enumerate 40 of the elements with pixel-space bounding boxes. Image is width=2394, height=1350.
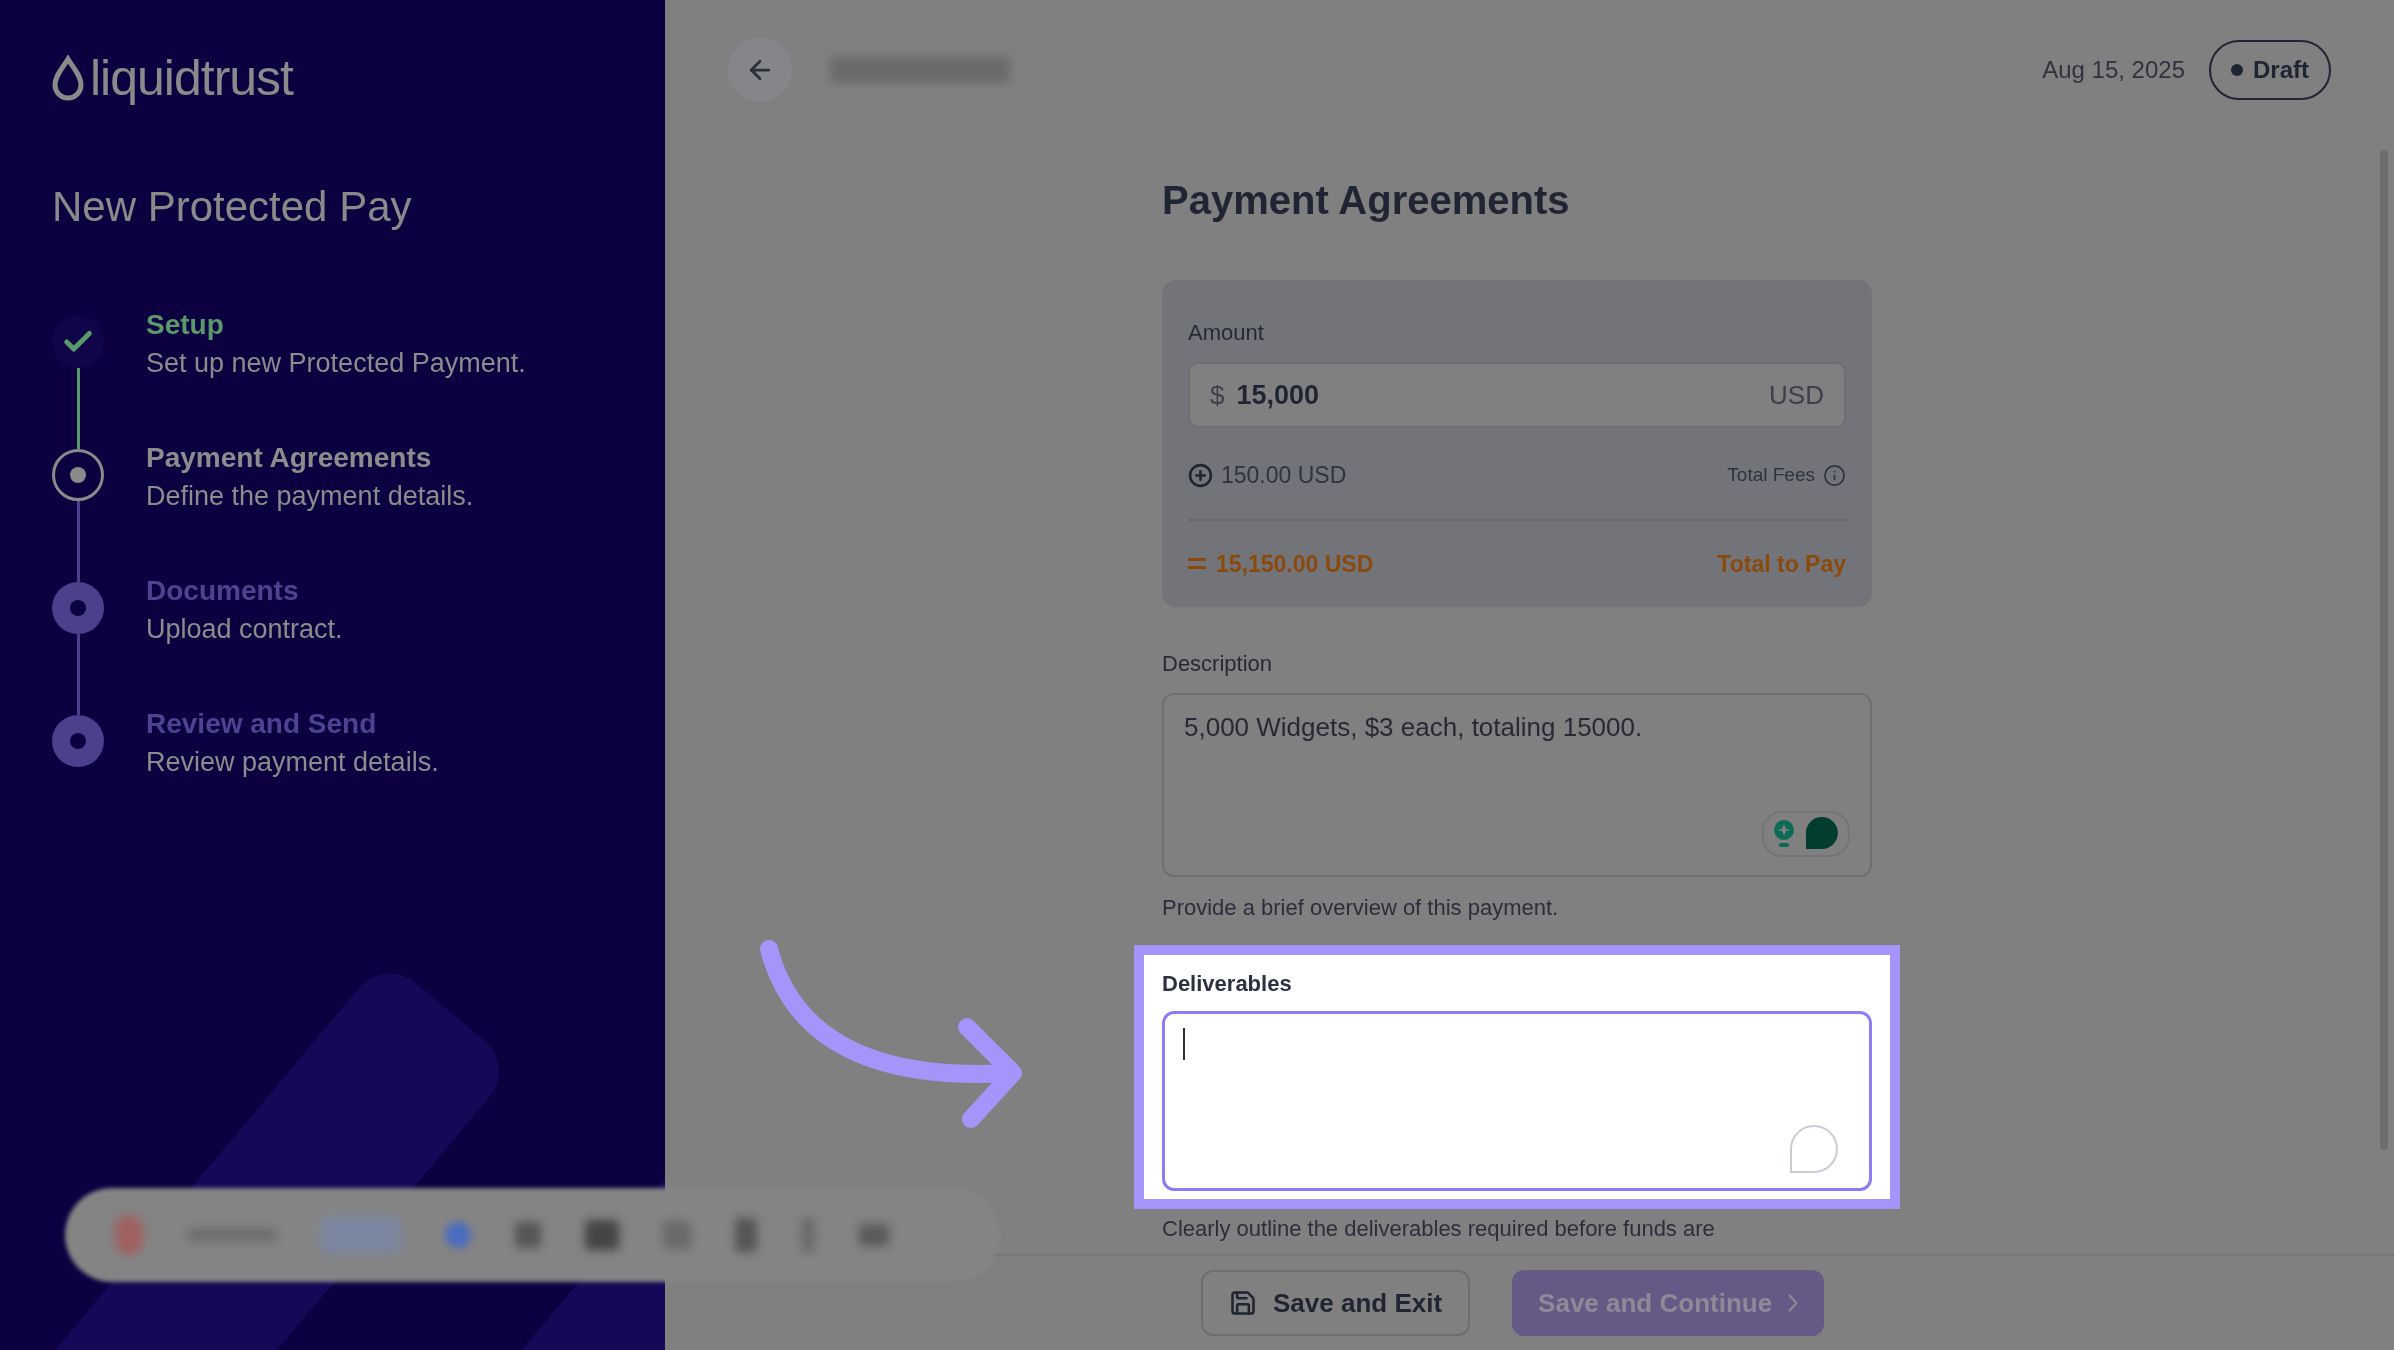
description-field[interactable]: 5,000 Widgets, $3 each, totaling 15000. [1162, 693, 1872, 877]
fee-label: Total Fees [1727, 463, 1815, 487]
step-description: Set up new Protected Payment. [146, 347, 526, 380]
step-description: Upload contract. [146, 613, 343, 646]
step-description: Define the payment details. [146, 480, 474, 513]
chat-bubble-icon [1789, 1124, 1839, 1174]
sidebar-title: New Protected Pay [52, 182, 413, 232]
total-label: Total to Pay [1717, 549, 1846, 579]
page-title: Payment Agreements [1162, 177, 1571, 224]
chevron-right-icon [1788, 1294, 1799, 1312]
lightbulb-icon [1772, 819, 1796, 849]
date-text: Aug 15, 2025 [2042, 55, 2185, 85]
deliverables-label: Deliverables [1162, 970, 1293, 998]
deliverables-field[interactable] [1162, 1011, 1872, 1191]
droplet-icon [52, 55, 84, 101]
amount-label: Amount [1188, 319, 1265, 347]
currency-symbol: $ [1210, 378, 1225, 412]
step-title: Payment Agreements [146, 441, 433, 475]
step-title: Documents [146, 574, 300, 608]
description-label: Description [1162, 650, 1274, 678]
step-description: Review payment details. [146, 746, 439, 779]
brand-logo: liquidtrust [90, 49, 293, 108]
amount-value: 15,000 [1236, 378, 1320, 412]
currency-code: USD [1769, 378, 1824, 412]
fee-amount: 150.00 USD [1221, 461, 1347, 490]
total-amount: 15,150.00 USD [1216, 549, 1374, 579]
deliverables-hint: Clearly outline the deliverables required before funds are [1162, 1215, 1716, 1243]
description-hint: Provide a brief overview of this payment. [1162, 894, 1560, 922]
description-value: 5,000 Widgets, $3 each, totaling 15000. [1184, 712, 1643, 742]
chat-bubble-icon [1804, 817, 1840, 851]
step-title: Setup [146, 308, 225, 342]
step-title: Review and Send [146, 707, 378, 741]
info-icon[interactable] [1823, 463, 1846, 487]
writing-assistant-badge[interactable] [1762, 811, 1850, 857]
amount-field[interactable]: $ 15,000 USD [1188, 362, 1846, 428]
plus-circle-icon [1188, 462, 1213, 488]
equals-icon [1188, 558, 1206, 570]
status-text: Draft [2253, 55, 2309, 85]
text-cursor [1183, 1028, 1185, 1060]
save-exit-button[interactable]: Save and Exit [1201, 1270, 1471, 1336]
